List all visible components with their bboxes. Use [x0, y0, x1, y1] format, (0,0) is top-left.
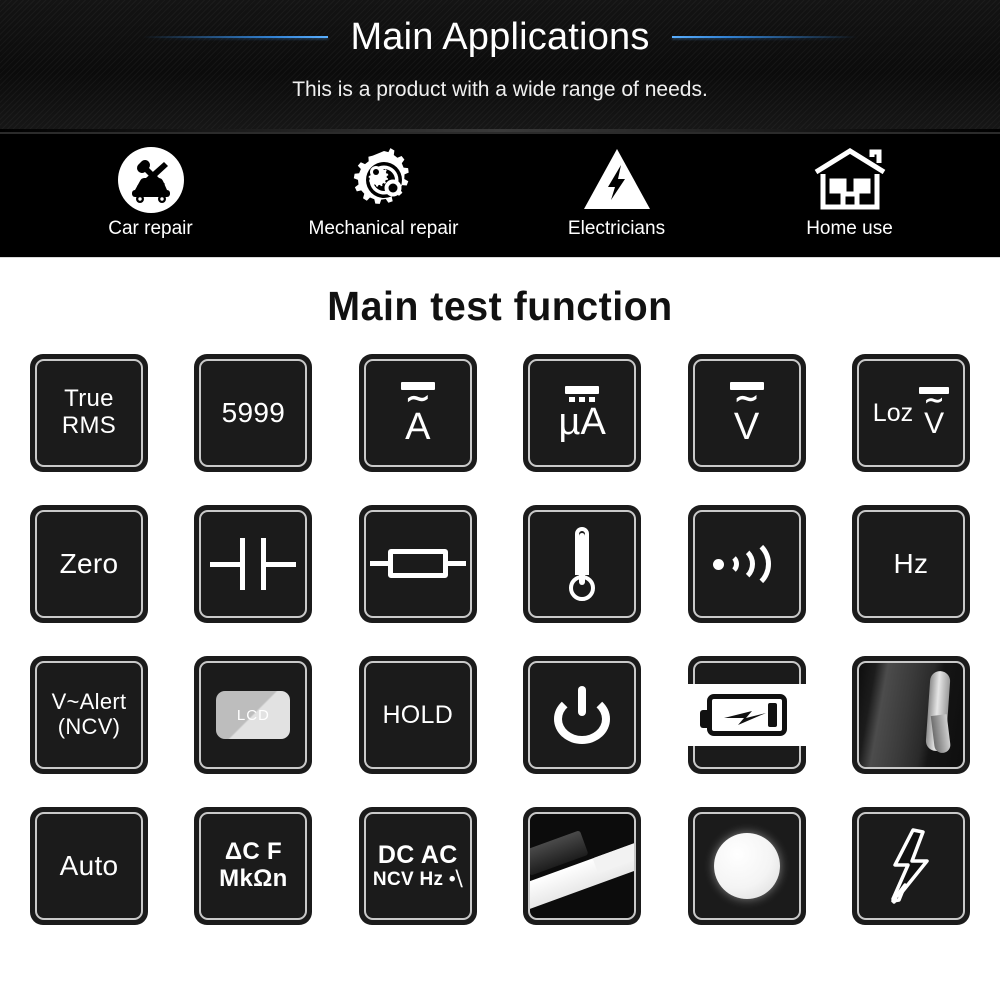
application-label: Electricians — [567, 218, 666, 239]
ac-tilde-icon: ∼ — [405, 381, 431, 415]
tile-low-impedance-voltage[interactable]: Loz ∼ V — [851, 354, 970, 472]
tile-auto-range[interactable]: Auto — [30, 807, 148, 925]
resistor-icon — [369, 549, 466, 579]
power-button-icon — [554, 686, 611, 744]
tile-ac-dc-voltage[interactable]: ∼ V — [687, 354, 806, 472]
high-voltage-bolt-icon — [891, 828, 929, 904]
dc-bar-icon — [565, 386, 600, 394]
tile-unit: µA — [558, 401, 606, 443]
tile-label-line1: True — [64, 385, 114, 413]
tile-power[interactable] — [523, 656, 642, 774]
application-home-use: Home use — [745, 144, 955, 240]
divider-line-right-icon — [671, 32, 857, 42]
tile-prefix: Loz — [872, 398, 914, 427]
car-repair-icon — [116, 144, 186, 216]
feature-tile-grid: True RMS 5999 ∼ A µA ∼ V Loz ∼ V Zero Hz… — [0, 354, 1000, 925]
tile-lcd-backlight[interactable]: LCD — [194, 656, 313, 774]
page-subtitle: This is a product with a wide range of n… — [292, 78, 708, 101]
flashlight-icon — [713, 833, 780, 899]
application-label: Home use — [806, 218, 893, 239]
tile-continuity[interactable] — [687, 505, 806, 623]
tile-resistance[interactable] — [358, 505, 477, 623]
tile-label-line1: DC AC — [377, 841, 458, 870]
ac-dc-current-icon: ∼ A — [400, 381, 435, 448]
magnet-hanger-photo — [858, 663, 963, 767]
tile-unit: V — [924, 407, 945, 440]
tile-label-line2: (NCV) — [57, 714, 121, 739]
tile-ac-dc-current[interactable]: ∼ A — [358, 354, 477, 472]
tile-label: HOLD — [382, 701, 454, 729]
lcd-caption: LCD — [236, 706, 270, 724]
tile-label-line2: RMS — [61, 412, 117, 439]
tile-label: Auto — [59, 850, 119, 882]
application-electricians: Electricians — [512, 144, 722, 240]
dc-microamp-icon: µA — [558, 386, 606, 443]
lcd-backlight-icon: LCD — [216, 691, 291, 739]
tile-unit: V — [733, 405, 760, 448]
applications-strip: Car repair Mechanical repair Electrician… — [0, 134, 1000, 258]
ac-tilde-icon: ∼ — [733, 381, 760, 415]
continuity-buzzer-icon — [712, 537, 781, 591]
capacitor-icon — [210, 538, 297, 590]
tile-counts[interactable]: 5999 — [194, 354, 313, 472]
tile-label: Hz — [893, 548, 929, 580]
tile-label: 5999 — [221, 397, 286, 429]
tile-label: Zero — [59, 548, 119, 580]
high-voltage-triangle-icon — [582, 144, 652, 216]
tile-high-voltage[interactable] — [851, 807, 970, 925]
divider-line-left-icon — [143, 32, 329, 42]
section-title: Main test function — [327, 282, 673, 329]
tile-unit: A — [405, 405, 431, 448]
ac-tilde-icon: ∼ — [924, 387, 945, 414]
gear-cluster-icon — [349, 144, 419, 216]
test-probe-photo — [530, 814, 635, 918]
tile-ncv-alert[interactable]: V~Alert (NCV) — [30, 656, 148, 774]
application-label: Car repair — [108, 218, 193, 239]
application-car-repair: Car repair — [46, 144, 256, 240]
tile-units[interactable]: ΔC F MkΩn — [194, 807, 313, 925]
application-mechanical-repair: Mechanical repair — [279, 144, 489, 240]
tile-magnet-hanger[interactable] — [851, 656, 970, 774]
tile-label-line1: V~Alert — [51, 689, 127, 715]
battery-low-icon — [687, 684, 806, 746]
tile-modes[interactable]: DC AC NCV Hz •⧹ — [358, 807, 477, 925]
thermometer-icon — [562, 527, 602, 601]
application-label: Mechanical repair — [308, 218, 459, 239]
tile-flashlight[interactable] — [687, 807, 806, 925]
tile-temperature[interactable] — [523, 505, 642, 623]
tile-dc-microamp[interactable]: µA — [523, 354, 642, 472]
tile-capacitance[interactable] — [194, 505, 313, 623]
ac-dc-voltage-icon: ∼ V — [729, 381, 764, 448]
product-infographic: Main Applications This is a product with… — [0, 0, 1000, 1000]
tile-label-line2: NCV Hz •⧹ — [372, 869, 463, 891]
tile-label-line1: ΔC F — [224, 838, 282, 866]
page-title: Main Applications — [350, 16, 650, 58]
tile-frequency[interactable]: Hz — [851, 505, 970, 623]
tile-label-line2: MkΩn — [219, 865, 288, 892]
tile-true-rms[interactable]: True RMS — [30, 354, 148, 472]
tile-low-battery[interactable] — [687, 656, 806, 774]
low-impedance-voltage-icon: Loz ∼ V — [872, 387, 950, 440]
title-row: Main Applications — [0, 14, 1000, 60]
tile-zero[interactable]: Zero — [30, 505, 148, 623]
header-banner: Main Applications This is a product with… — [0, 0, 1000, 134]
house-icon — [812, 144, 888, 216]
tile-data-hold[interactable]: HOLD — [358, 656, 477, 774]
tile-test-probe[interactable] — [523, 807, 642, 925]
